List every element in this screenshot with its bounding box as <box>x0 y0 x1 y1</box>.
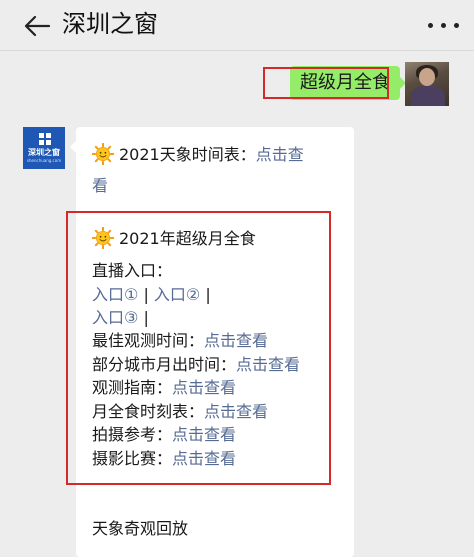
info-row-best-time: 最佳观测时间：点击查看 <box>92 329 268 353</box>
bot-message-bubble: 2021天象时间表：点击查 看 2021年超级月全食 直播入口： 入口① | 入… <box>70 127 354 557</box>
info-row-label: 拍摄参考： <box>92 425 173 444</box>
info-row-label: 部分城市月出时间： <box>92 355 237 374</box>
bot-avatar-brand: 深圳之窗 <box>28 148 60 157</box>
info-row-contest: 摄影比赛：点击查看 <box>92 447 236 471</box>
info-row-label: 观测指南： <box>92 378 173 397</box>
event-title: 2021年超级月全食 <box>119 229 256 248</box>
info-row-moonrise: 部分城市月出时间：点击查看 <box>92 353 300 377</box>
info-row-link[interactable]: 点击查看 <box>236 355 300 374</box>
live-entry-2-link[interactable]: 入口② <box>154 285 200 304</box>
intro-line-wrap: 看 <box>92 174 108 198</box>
info-row-photo-ref: 拍摄参考：点击查看 <box>92 423 236 447</box>
user-avatar[interactable] <box>405 62 449 106</box>
info-row-label: 摄影比赛： <box>92 449 173 468</box>
live-entry-3-link[interactable]: 入口③ <box>92 308 138 327</box>
live-entry-1-link[interactable]: 入口① <box>92 285 138 304</box>
highlight-box-message <box>263 67 389 99</box>
live-entries-row-2: 入口③ | <box>92 306 149 330</box>
info-row-label: 最佳观测时间： <box>92 331 205 350</box>
sun-emoji-icon <box>92 143 114 165</box>
event-title-line: 2021年超级月全食 <box>92 227 256 251</box>
own-message-row: 超级月全食 <box>0 58 474 108</box>
back-arrow-icon[interactable] <box>22 14 52 38</box>
intro-link[interactable]: 点击查 <box>256 145 304 164</box>
bot-avatar-sub: shenchuang.com <box>26 158 62 163</box>
info-row-link[interactable]: 点击查看 <box>204 402 268 421</box>
chat-header: 深圳之窗 <box>0 0 474 51</box>
info-row-link[interactable]: 点击查看 <box>172 449 236 468</box>
intro-link-continued[interactable]: 看 <box>92 176 108 195</box>
entry-separator: | <box>200 285 211 304</box>
entry-separator: | <box>138 285 154 304</box>
info-row-label: 月全食时刻表： <box>92 402 205 421</box>
sun-emoji-icon <box>92 227 114 249</box>
info-row-guide: 观测指南：点击查看 <box>92 376 236 400</box>
intro-title: 2021天象时间表： <box>119 145 256 164</box>
info-row-timetable: 月全食时刻表：点击查看 <box>92 400 268 424</box>
more-menu-icon[interactable] <box>426 20 462 30</box>
chat-title: 深圳之窗 <box>62 10 158 38</box>
info-row-link[interactable]: 点击查看 <box>172 378 236 397</box>
live-entries-row: 入口① | 入口② | <box>92 283 211 307</box>
footer-text: 天象奇观回放 <box>92 519 189 538</box>
info-row-link[interactable]: 点击查看 <box>204 331 268 350</box>
intro-line: 2021天象时间表：点击查 <box>92 143 304 167</box>
entry-separator: | <box>138 308 149 327</box>
info-row-link[interactable]: 点击查看 <box>172 425 236 444</box>
bot-avatar[interactable]: 深圳之窗 shenchuang.com <box>23 127 65 169</box>
live-label: 直播入口： <box>92 261 173 280</box>
